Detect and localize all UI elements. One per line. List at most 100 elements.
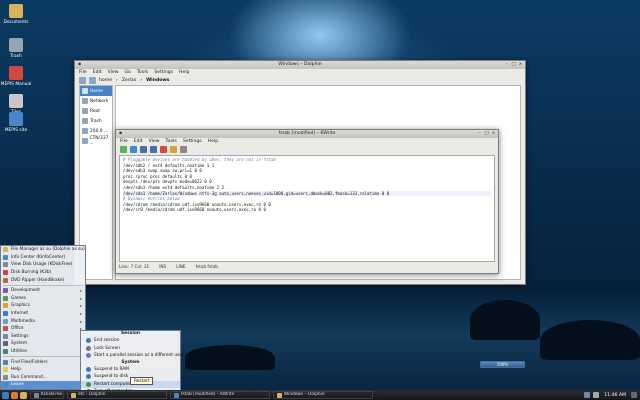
breadcrumb-home[interactable]: home xyxy=(99,78,112,83)
minimize-icon[interactable]: – xyxy=(504,62,509,67)
menu-item-find-files-folders[interactable]: Find Files/Folders xyxy=(1,358,85,366)
menu-item-label: Leave xyxy=(11,382,24,388)
task-button-kdiskfree[interactable]: KDiskFree xyxy=(30,391,64,399)
menu-item-system[interactable]: System▸ xyxy=(1,340,85,348)
menu-tools[interactable]: Tools xyxy=(166,138,177,145)
open-file-icon[interactable] xyxy=(130,146,137,153)
disk-icon xyxy=(34,392,39,398)
menu-item-graphics[interactable]: Graphics ▸ xyxy=(1,302,85,310)
leave-item-lock-screen[interactable]: Lock Screen xyxy=(81,345,180,353)
submenu-arrow-icon: ▸ xyxy=(79,288,82,294)
task-label: fstab [modified] – KWrite xyxy=(181,392,235,397)
menu-help[interactable]: Help xyxy=(179,69,189,76)
leave-item-label: End session xyxy=(94,338,120,344)
menu-settings[interactable]: Settings xyxy=(154,69,173,76)
task-button-fstab-modified-kwrite[interactable]: fstab [modified] – KWrite xyxy=(170,391,270,399)
save-as-icon[interactable] xyxy=(150,146,157,153)
menu-edit[interactable]: Edit xyxy=(93,69,102,76)
dvd-icon xyxy=(3,277,8,283)
menu-item-development[interactable]: Development ▸ xyxy=(1,287,85,295)
utilities-icon xyxy=(3,349,8,355)
menu-item-view-disk-usage-kdiskfree[interactable]: View Disk Usage (KDiskFree) xyxy=(1,261,85,269)
insert-mode[interactable]: INS xyxy=(159,263,166,271)
forward-icon[interactable] xyxy=(89,77,96,84)
menu-view[interactable]: View xyxy=(149,138,160,145)
close-icon[interactable]: × xyxy=(491,131,496,136)
place-network[interactable]: Network xyxy=(80,96,112,106)
place-trash[interactable]: Trash xyxy=(80,116,112,126)
menu-item-disk-burning-k3b[interactable]: Disk Burning (K3b) xyxy=(1,269,85,277)
menu-file[interactable]: File xyxy=(120,138,128,145)
file-manager-launcher-icon[interactable] xyxy=(20,391,27,399)
menu-item-file-manager-as-su-dolphin-as-su[interactable]: File Manager as su (Dolphin as su) xyxy=(1,246,85,254)
redo-icon[interactable] xyxy=(180,146,187,153)
disk-icon xyxy=(3,262,8,268)
menu-view[interactable]: View xyxy=(108,69,119,76)
desktop-icon-mepis-manual[interactable]: MEPIS Manual xyxy=(0,66,32,87)
kwrite-window[interactable]: fstab [modified] – KWrite ▪ – □ × File Ed… xyxy=(115,129,499,274)
menu-item-dvd-ripper-handbrake[interactable]: DVD Ripper (HandBrake) xyxy=(1,276,85,284)
menu-item-label: Settings xyxy=(11,333,29,339)
leave-item-start-a-parallel-session-as-a-different-user[interactable]: Start a parallel session as a different … xyxy=(81,352,184,360)
menu-separator xyxy=(3,284,83,286)
breadcrumb-windows[interactable]: Windows xyxy=(146,78,169,83)
menu-item-multimedia[interactable]: Multimedia ▸ xyxy=(1,317,85,325)
leave-item-suspend-to-ram[interactable]: Suspend to RAM xyxy=(81,366,180,374)
breadcrumb-zerlas[interactable]: Zerlas xyxy=(122,78,136,83)
close-document-icon[interactable] xyxy=(160,146,167,153)
leave-item-label: Restart computer xyxy=(94,381,132,387)
k-menu-button[interactable] xyxy=(2,391,9,399)
menu-tools[interactable]: Tools xyxy=(137,69,148,76)
place-ctn-337[interactable]: CTN/337 ... xyxy=(80,136,112,146)
show-desktop-icon[interactable] xyxy=(631,392,637,398)
desktop-icon-mepis-site[interactable]: MEPIS site xyxy=(0,112,32,133)
firefox-launcher-icon[interactable] xyxy=(11,391,18,399)
save-icon[interactable] xyxy=(140,146,147,153)
volume-icon[interactable] xyxy=(593,392,600,398)
task-label: etc - Dolphin xyxy=(78,392,106,397)
desktop-icon-documents[interactable]: Documents xyxy=(0,4,32,25)
maximize-icon[interactable]: □ xyxy=(511,62,516,67)
menu-help[interactable]: Help xyxy=(208,138,218,145)
menu-item-label: Utilities xyxy=(11,349,28,355)
menu-item-label: View Disk Usage (KDiskFree) xyxy=(11,262,73,268)
dolphin-titlebar[interactable]: Windows – Dolphin ▪ – □ × xyxy=(75,61,525,69)
new-file-icon[interactable] xyxy=(120,146,127,153)
menu-item-info-center-kinfocenter[interactable]: Info Center (KInfoCenter) xyxy=(1,254,85,262)
menu-edit[interactable]: Edit xyxy=(134,138,143,145)
editor-line: /dev/sr0 /media/cdrom udf,iso9660 noauto… xyxy=(123,207,266,213)
window-menu-icon[interactable]: ▪ xyxy=(77,62,82,67)
tiles-icon xyxy=(9,94,23,108)
menu-file[interactable]: File xyxy=(79,69,87,76)
leave-item-end-session[interactable]: End session xyxy=(81,337,180,345)
window-menu-icon[interactable]: ▪ xyxy=(118,131,123,136)
network-icon[interactable] xyxy=(584,392,591,398)
menu-go[interactable]: Go xyxy=(125,69,131,76)
undo-icon[interactable] xyxy=(170,146,177,153)
minimize-icon[interactable]: – xyxy=(477,131,482,136)
menu-settings[interactable]: Settings xyxy=(183,138,202,145)
menu-item-internet[interactable]: Internet ▸ xyxy=(1,310,85,318)
menu-item-run-command[interactable]: Run Command... xyxy=(1,374,85,382)
close-icon[interactable]: × xyxy=(518,62,523,67)
menu-item-label: Disk Burning (K3b) xyxy=(11,270,52,276)
place-root[interactable]: Root xyxy=(80,106,112,116)
task-button-windows-dolphin[interactable]: Windows – Dolphin xyxy=(273,391,373,399)
desktop-icon-trash[interactable]: Trash xyxy=(0,38,32,59)
maximize-icon[interactable]: □ xyxy=(484,131,489,136)
place-home[interactable]: Home xyxy=(80,86,112,96)
menu-item-office[interactable]: Office ▸ xyxy=(1,325,85,333)
place-200-0[interactable]: 200.0 ... xyxy=(80,126,112,136)
text-editor[interactable]: # Pluggable devices are handled by uDev,… xyxy=(119,155,495,262)
place-label: Network xyxy=(90,98,109,104)
back-icon[interactable] xyxy=(79,77,86,84)
clock[interactable]: 11:46 AM xyxy=(602,393,628,398)
menu-item-leave[interactable]: Leave▸ xyxy=(1,381,85,389)
menu-item-utilities[interactable]: Utilities▸ xyxy=(1,348,85,356)
task-button-etc-dolphin[interactable]: etc - Dolphin xyxy=(67,391,167,399)
kwrite-titlebar[interactable]: fstab [modified] – KWrite ▪ – □ × xyxy=(116,130,498,138)
menu-item-games[interactable]: Games ▸ xyxy=(1,295,85,303)
dolphin-toolbar: home › Zerlas › Windows xyxy=(75,76,525,85)
menu-item-settings[interactable]: Settings▸ xyxy=(1,333,85,341)
menu-item-help[interactable]: Help xyxy=(1,366,85,374)
